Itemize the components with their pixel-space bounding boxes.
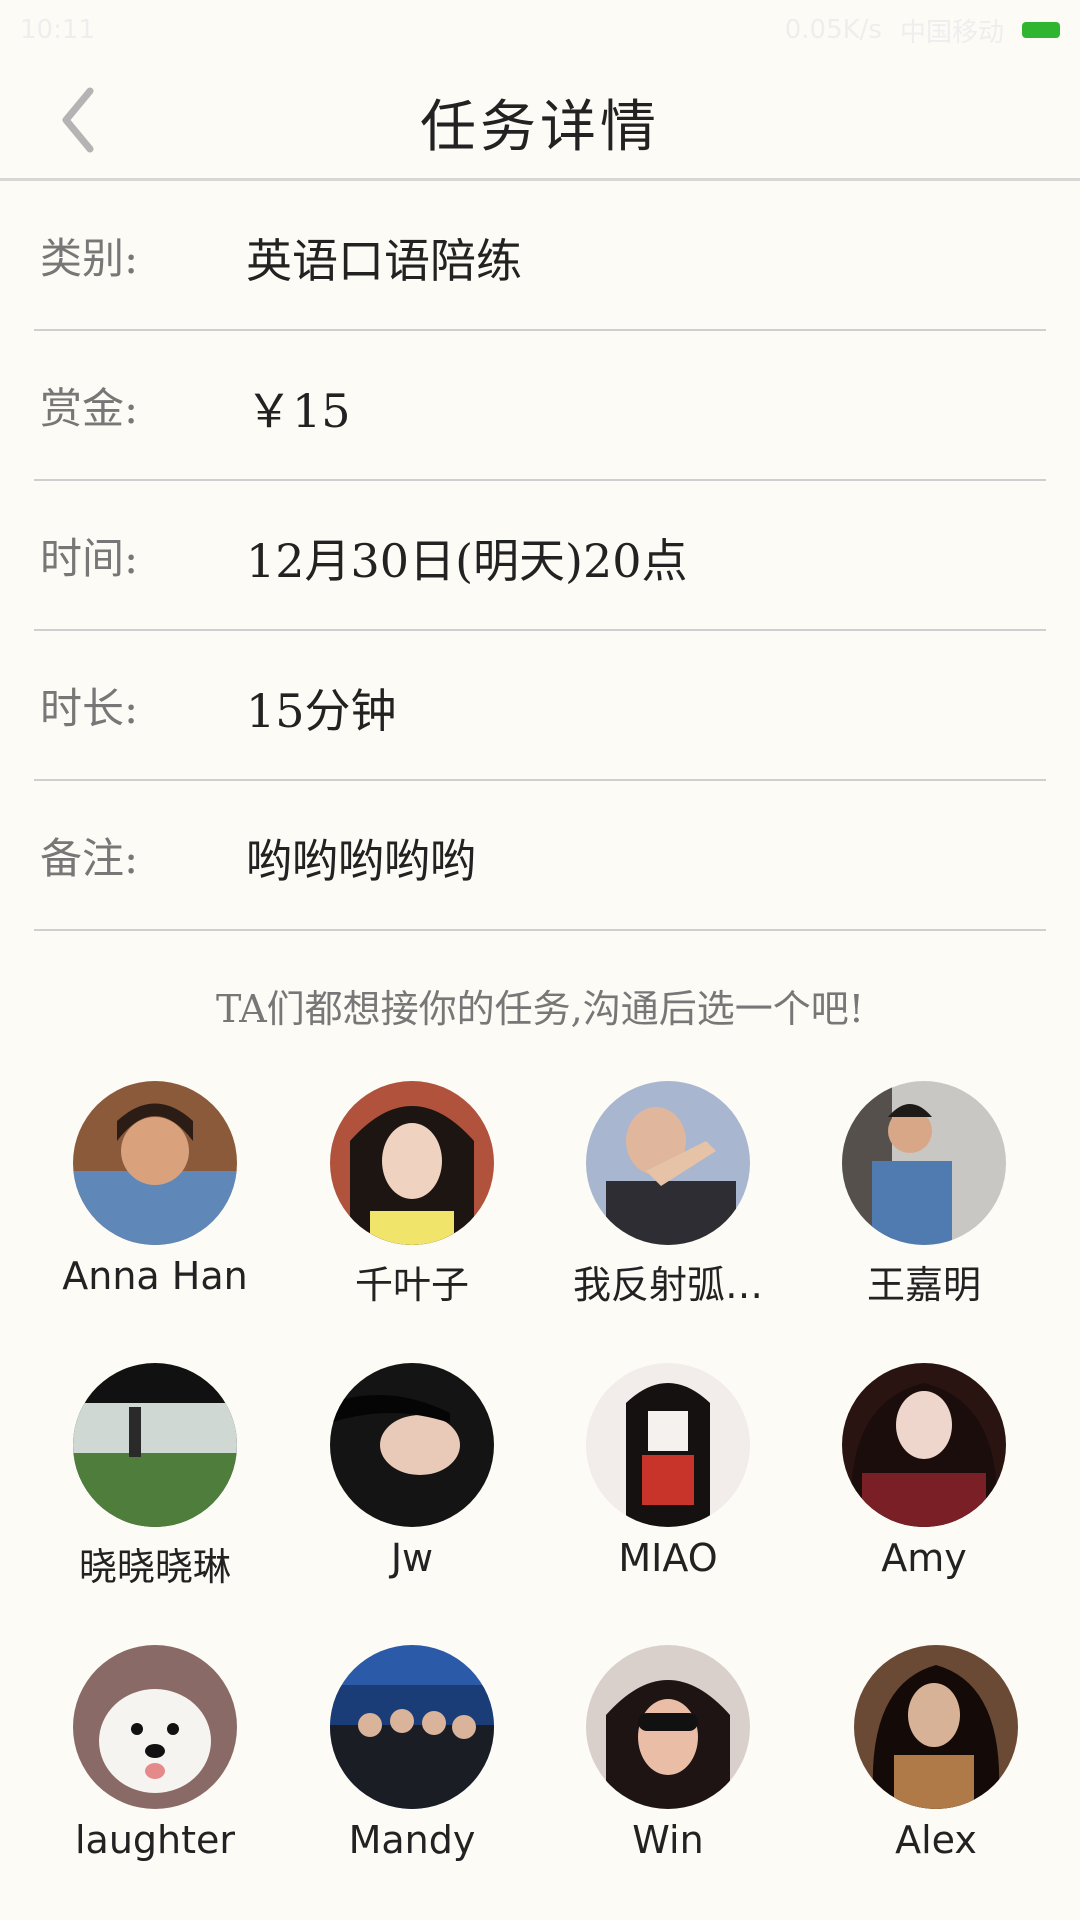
network-speed: 0.05K/s: [784, 15, 882, 45]
note-value: 哟哟哟哟哟: [246, 834, 476, 888]
applicant-item[interactable]: 千叶子: [284, 1078, 540, 1318]
nav-bar: 任务详情: [0, 60, 1080, 181]
avatar: [586, 1363, 750, 1527]
avatar: [330, 1363, 494, 1527]
applicant-name: Anna Han: [62, 1254, 248, 1298]
detail-row-reward: 赏金: ￥15: [34, 331, 1046, 481]
applicant-item[interactable]: laughter: [27, 1642, 283, 1882]
applicant-name: laughter: [74, 1818, 236, 1862]
detail-row-duration: 时长: 15分钟: [34, 631, 1046, 781]
applicant-item[interactable]: Alex: [808, 1642, 1064, 1882]
duration-label: 时长:: [40, 684, 139, 733]
status-time: 10:11: [20, 15, 95, 45]
status-icons: 0.05K/s 中国移动: [785, 12, 1060, 49]
avatar: [586, 1081, 750, 1245]
note-label: 备注:: [40, 834, 139, 883]
applicant-name: 千叶子: [354, 1263, 469, 1307]
category-value: 英语口语陪练: [246, 234, 522, 288]
avatar: [330, 1081, 494, 1245]
applicant-item[interactable]: Win: [540, 1642, 796, 1882]
status-bar: 10:11 0.05K/s 中国移动: [0, 0, 1080, 60]
applicant-name: 晓晓晓琳: [78, 1545, 231, 1589]
applicants-hint: TA们都想接你的任务,沟通后选一个吧!: [215, 987, 865, 1031]
time-label: 时间:: [40, 534, 139, 583]
avatar: [73, 1081, 237, 1245]
applicant-name: 王嘉明: [866, 1263, 981, 1307]
avatar: [586, 1645, 750, 1809]
avatar: [842, 1363, 1006, 1527]
applicant-name: Mandy: [348, 1818, 476, 1862]
avatar: [842, 1081, 1006, 1245]
applicant-item[interactable]: 晓晓晓琳: [27, 1360, 283, 1600]
avatar: [854, 1645, 1018, 1809]
task-details: 类别: 英语口语陪练 赏金: ￥15 时间: 12月30日(明天)20点 时长:…: [34, 181, 1046, 931]
applicant-item[interactable]: Mandy: [284, 1642, 540, 1882]
detail-row-note: 备注: 哟哟哟哟哟: [34, 781, 1046, 931]
applicant-item[interactable]: Amy: [796, 1360, 1052, 1600]
applicant-name: Amy: [881, 1536, 967, 1580]
applicant-name: Win: [632, 1818, 704, 1862]
applicant-item[interactable]: 我反射弧…: [540, 1078, 796, 1318]
avatar: [73, 1363, 237, 1527]
page-title: 任务详情: [420, 95, 660, 160]
detail-row-time: 时间: 12月30日(明天)20点: [34, 481, 1046, 631]
duration-value: 15分钟: [246, 684, 397, 738]
applicant-name: Jw: [390, 1536, 434, 1580]
avatar: [330, 1645, 494, 1809]
applicant-item[interactable]: Anna Han: [27, 1078, 283, 1318]
applicant-item[interactable]: 王嘉明: [796, 1078, 1052, 1318]
category-label: 类别:: [40, 234, 139, 283]
reward-value: ￥15: [246, 384, 351, 438]
battery-icon: [1022, 22, 1060, 38]
applicant-item[interactable]: Jw: [284, 1360, 540, 1600]
reward-label: 赏金:: [40, 384, 139, 433]
detail-row-category: 类别: 英语口语陪练: [34, 181, 1046, 331]
applicant-name: 我反射弧…: [572, 1263, 763, 1307]
carrier-name: 中国移动: [899, 17, 1004, 48]
applicant-name: MIAO: [618, 1536, 718, 1580]
applicant-name: Alex: [895, 1818, 977, 1862]
avatar: [73, 1645, 237, 1809]
applicant-item[interactable]: MIAO: [540, 1360, 796, 1600]
time-value: 12月30日(明天)20点: [246, 534, 688, 588]
